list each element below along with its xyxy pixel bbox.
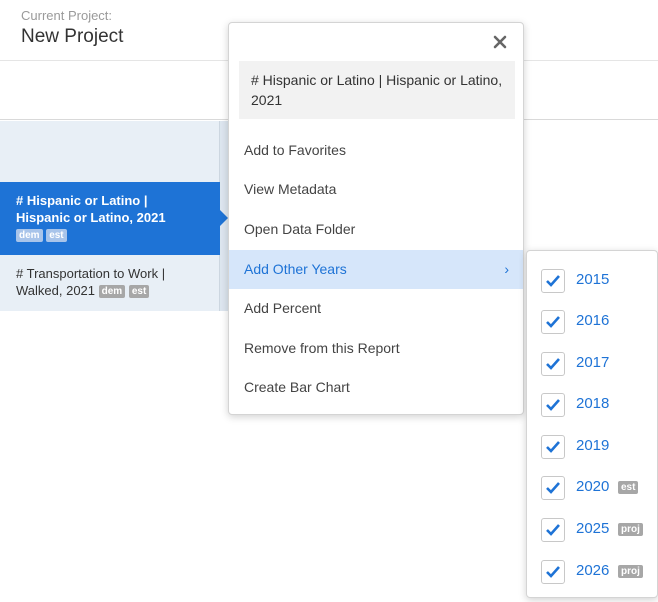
year-option-2019[interactable]: 2019 [541, 431, 651, 461]
variable-panel-header [0, 121, 220, 182]
year-option-2016[interactable]: 2016 [541, 306, 651, 336]
year-label: 2015 [576, 271, 610, 288]
menu-item-open-data-folder[interactable]: Open Data Folder [229, 210, 523, 249]
context-menu: # Hispanic or Latino | Hispanic or Latin… [228, 22, 524, 415]
dem-badge: dem [16, 229, 43, 242]
project-caption: Current Project: [21, 8, 113, 23]
year-option-2018[interactable]: 2018 [541, 389, 651, 419]
year-label: 2016 [576, 312, 610, 329]
variable-item-transportation[interactable]: # Transportation to Work | Walked, 2021 … [0, 255, 220, 311]
checkbox-checked[interactable] [541, 352, 565, 376]
year-label: 2020 [576, 478, 610, 495]
variable-label-line2: Walked, 2021 [16, 283, 96, 298]
checkbox-checked[interactable] [541, 476, 565, 500]
menu-title: # Hispanic or Latino | Hispanic or Latin… [239, 61, 515, 119]
close-icon[interactable] [489, 31, 511, 53]
menu-item-remove-from-report[interactable]: Remove from this Report [229, 329, 523, 368]
checkbox-checked[interactable] [541, 393, 565, 417]
est-badge: est [128, 285, 150, 298]
menu-item-add-to-favorites[interactable]: Add to Favorites [229, 131, 523, 170]
est-badge: est [46, 229, 67, 242]
checkbox-checked[interactable] [541, 435, 565, 459]
est-badge: est [618, 481, 639, 494]
year-option-2026[interactable]: 2026 proj [541, 556, 651, 586]
menu-item-label: Add Other Years [244, 261, 347, 277]
project-name[interactable]: New Project [21, 26, 123, 48]
year-option-2025[interactable]: 2025 proj [541, 514, 651, 544]
year-option-2015[interactable]: 2015 [541, 265, 651, 295]
year-label: 2018 [576, 395, 610, 412]
variable-item-hispanic[interactable]: # Hispanic or Latino | Hispanic or Latin… [0, 182, 228, 255]
year-label: 2019 [576, 437, 610, 454]
checkbox-checked[interactable] [541, 269, 565, 293]
dem-badge: dem [98, 285, 126, 298]
variable-label-line2: Hispanic or Latino, 2021 [16, 210, 166, 225]
year-option-2017[interactable]: 2017 [541, 348, 651, 378]
year-label: 2025 [576, 520, 610, 537]
years-submenu: 2015 2016 2017 2018 2019 2020 est 2025 p… [526, 250, 658, 598]
selection-pointer [220, 210, 228, 226]
chevron-right-icon: › [504, 261, 509, 277]
proj-badge: proj [618, 523, 643, 536]
checkbox-checked[interactable] [541, 560, 565, 584]
menu-item-add-other-years[interactable]: Add Other Years › [229, 250, 523, 289]
menu-item-create-bar-chart[interactable]: Create Bar Chart [229, 368, 523, 407]
variable-label-line1: # Transportation to Work | [16, 266, 166, 281]
variable-label-line1: # Hispanic or Latino | [16, 193, 148, 208]
proj-badge: proj [618, 565, 643, 578]
checkbox-checked[interactable] [541, 518, 565, 542]
year-label: 2026 [576, 562, 610, 579]
year-option-2020[interactable]: 2020 est [541, 472, 651, 502]
year-label: 2017 [576, 354, 610, 371]
checkbox-checked[interactable] [541, 310, 565, 334]
menu-item-view-metadata[interactable]: View Metadata [229, 170, 523, 209]
menu-item-add-percent[interactable]: Add Percent [229, 289, 523, 328]
